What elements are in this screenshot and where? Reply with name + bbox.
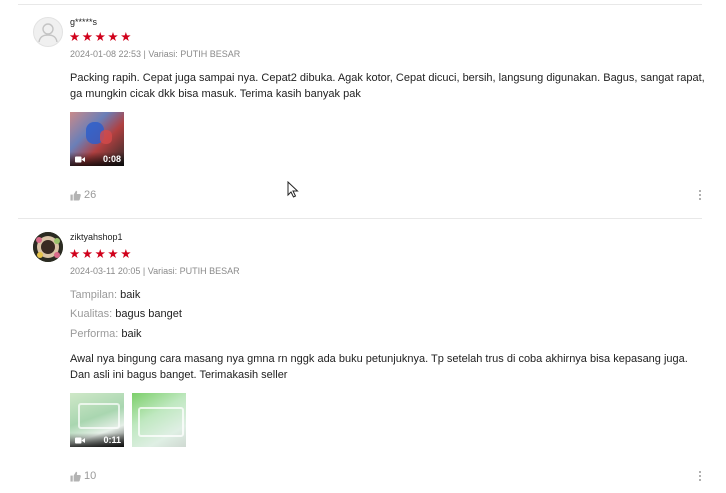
thumbs-up-icon <box>70 471 81 482</box>
video-camera-icon <box>75 437 85 444</box>
attribute-value: baik <box>121 328 142 340</box>
review-attribute: Tampilan: baik <box>70 289 140 301</box>
review-video-thumbnail[interactable]: 0:08 <box>70 112 124 166</box>
more-options-icon[interactable] <box>698 471 702 483</box>
top-divider <box>18 4 702 5</box>
attribute-label: Performa: <box>70 328 119 340</box>
review-meta: 2024-01-08 22:53 | Variasi: PUTIH BESAR <box>70 49 241 59</box>
user-placeholder-icon <box>38 23 58 43</box>
review-video-thumbnail[interactable]: 0:11 <box>70 393 124 447</box>
review-attribute: Performa: baik <box>70 328 142 340</box>
like-count: 10 <box>84 470 97 482</box>
avatar[interactable] <box>33 17 63 47</box>
like-button[interactable]: 26 <box>70 189 96 201</box>
attribute-value: bagus banget <box>115 308 182 320</box>
more-options-icon[interactable] <box>698 190 702 202</box>
review-username[interactable]: ziktyahshop1 <box>70 232 123 242</box>
like-button[interactable]: 10 <box>70 470 96 482</box>
user-avatar-image <box>33 232 63 262</box>
review-username[interactable]: g*****s <box>70 17 97 27</box>
attribute-label: Tampilan: <box>70 289 118 301</box>
like-count: 26 <box>84 189 97 201</box>
video-duration: 0:08 <box>102 154 121 164</box>
avatar[interactable] <box>33 232 63 262</box>
review-comment: Packing rapih. Cepat juga sampai nya. Ce… <box>70 72 705 100</box>
review-meta: 2024-03-11 20:05 | Variasi: PUTIH BESAR <box>70 266 240 276</box>
review-attribute: Kualitas: bagus banget <box>70 308 182 320</box>
thumbs-up-icon <box>70 190 81 201</box>
review-divider <box>18 218 702 219</box>
video-camera-icon <box>75 156 85 163</box>
video-duration: 0:11 <box>103 435 121 445</box>
attribute-value: baik <box>120 289 141 301</box>
rating-stars: ★★★★★ <box>69 247 134 261</box>
rating-stars: ★★★★★ <box>69 30 134 44</box>
attribute-label: Kualitas: <box>70 308 113 320</box>
review-comment: Awal nya bingung cara masang nya gmna rn… <box>70 353 688 381</box>
review-image-thumbnail[interactable] <box>132 393 186 447</box>
mouse-cursor-icon <box>287 181 299 198</box>
